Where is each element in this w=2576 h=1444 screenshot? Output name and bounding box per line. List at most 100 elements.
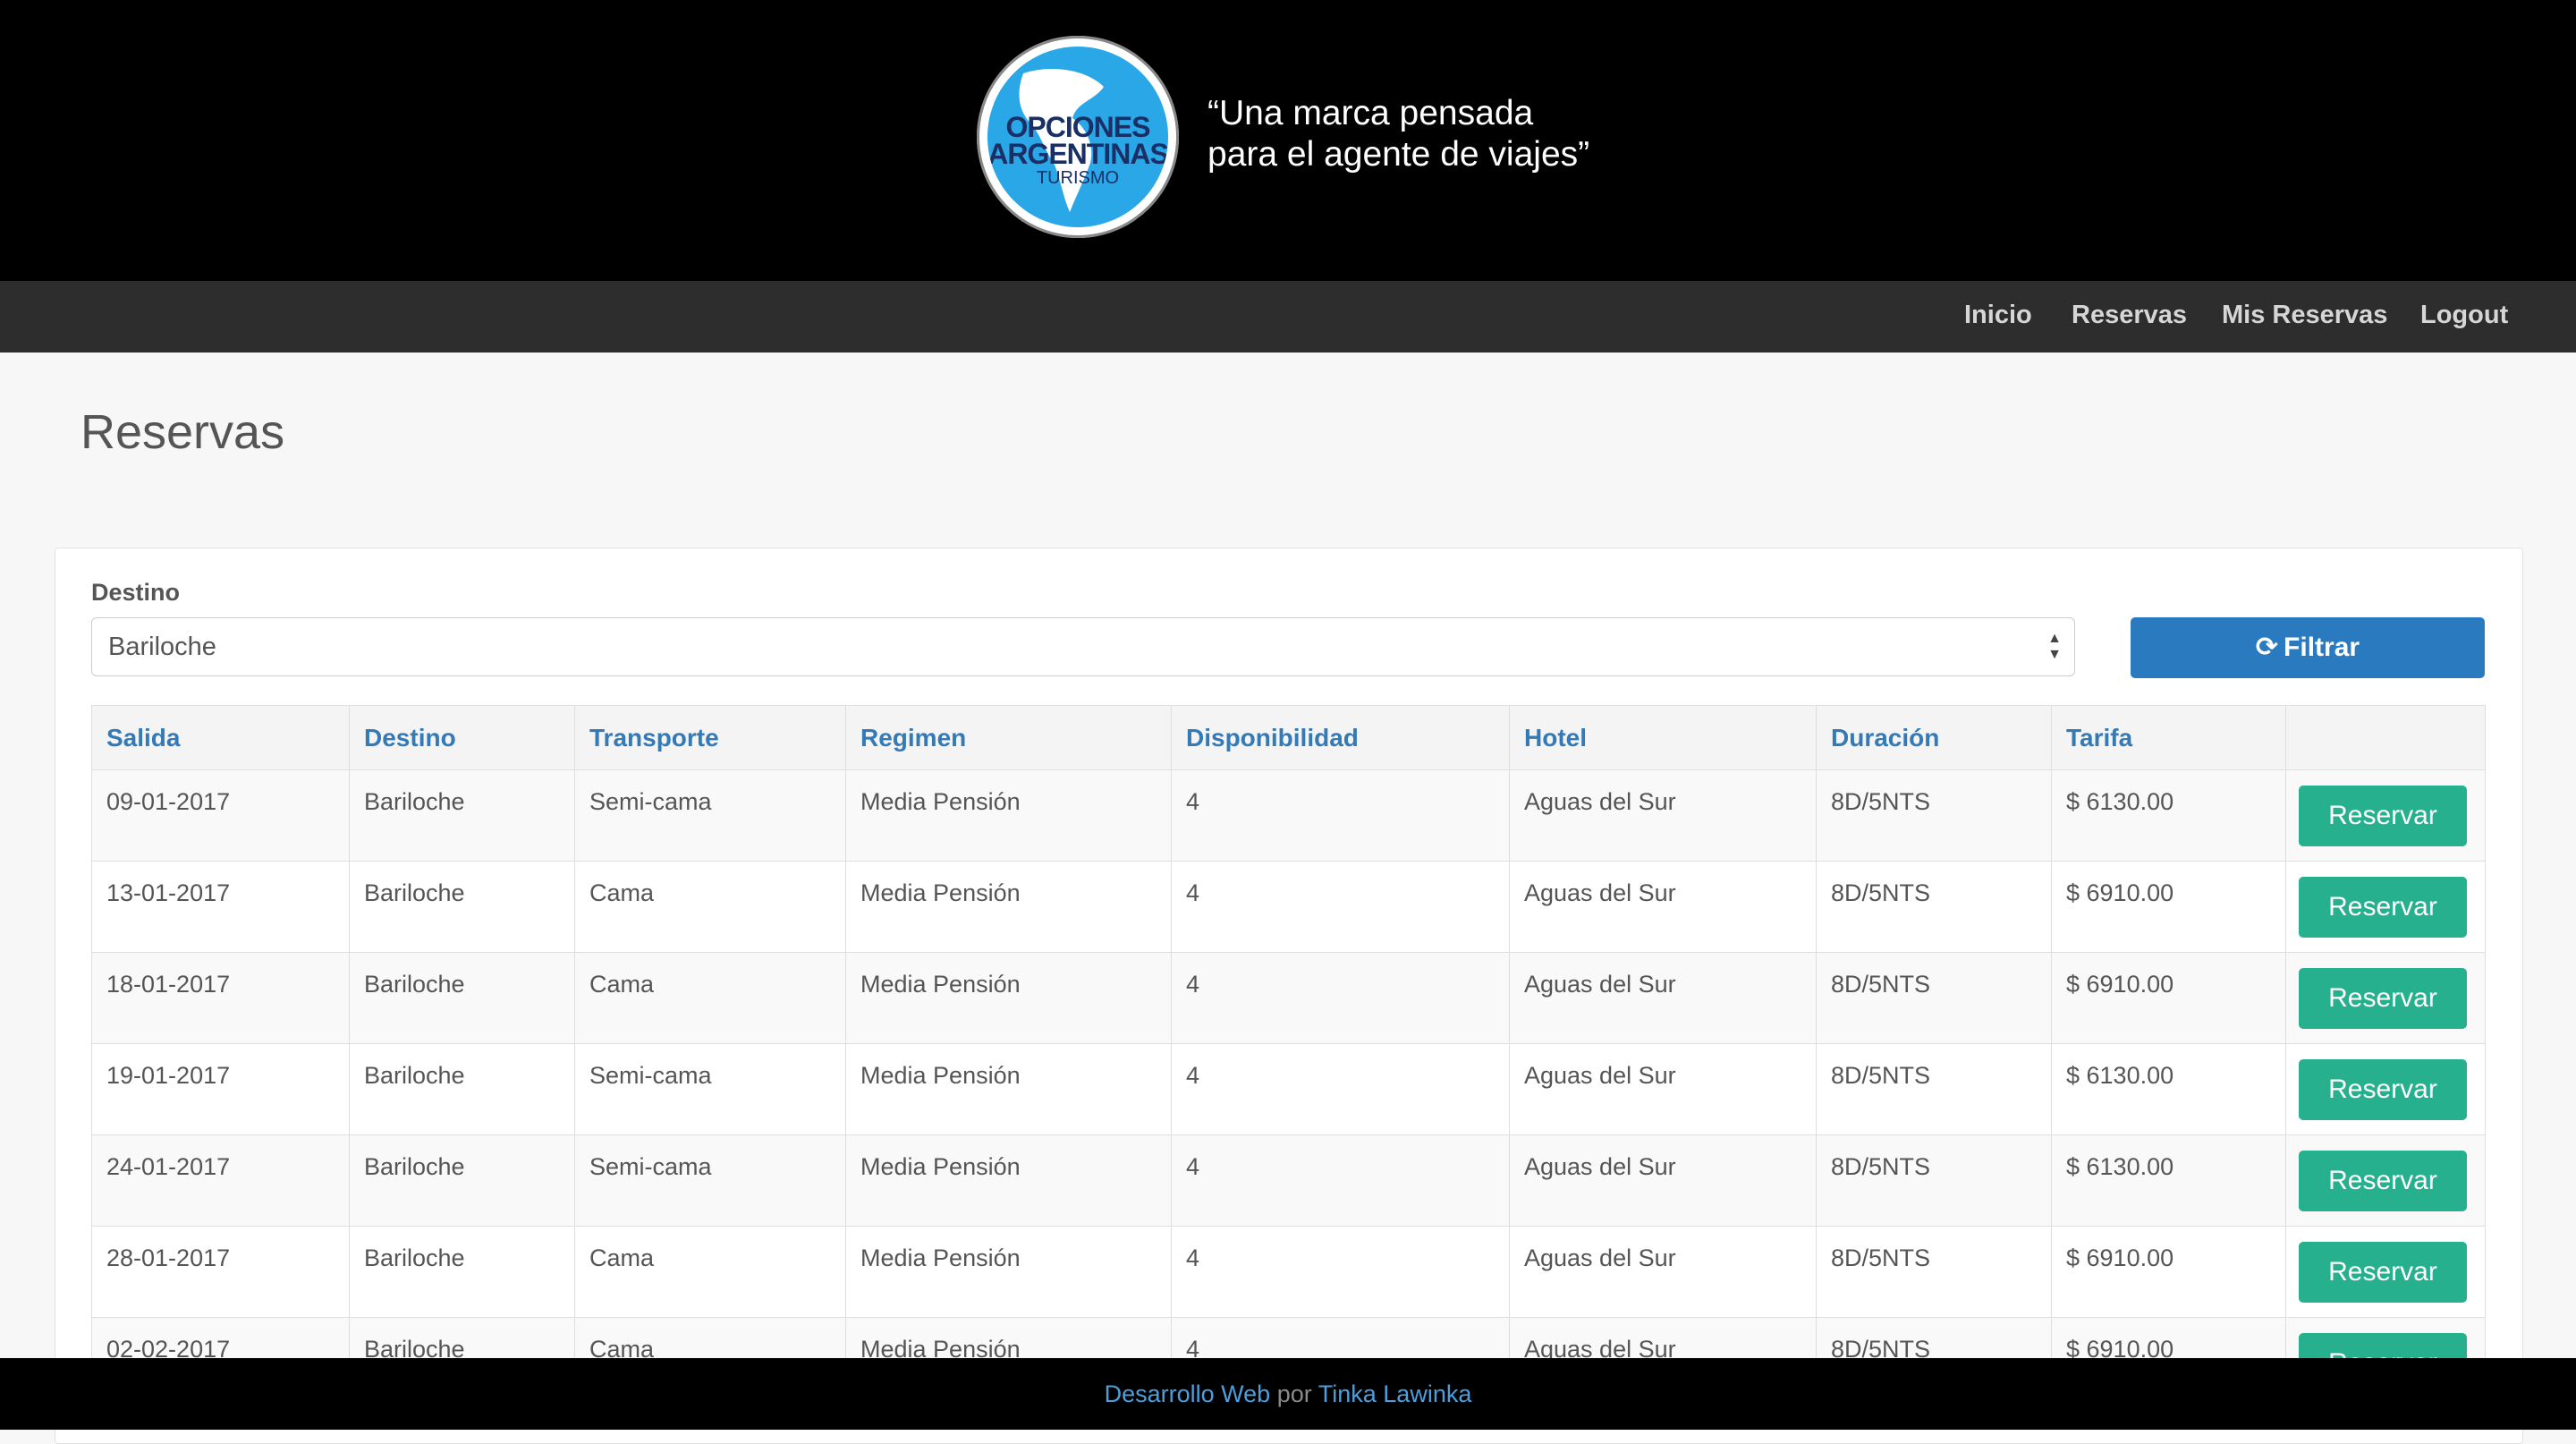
cell-hotel: Aguas del Sur: [1509, 1043, 1817, 1135]
cell-disponibilidad: 4: [1171, 1043, 1510, 1135]
brand-logo[interactable]: OPCIONES ARGENTINAS TURISMO: [977, 36, 1179, 238]
main-navbar: Inicio Reservas Mis Reservas Logout: [0, 281, 2576, 353]
cell-transporte: Semi-cama: [574, 1043, 846, 1135]
cell-destino: Bariloche: [349, 1226, 575, 1318]
tagline-line-2: para el agente de viajes”: [1208, 135, 1590, 174]
cell-action: Reservar: [2285, 952, 2486, 1044]
cell-tarifa: $ 6130.00: [2051, 769, 2286, 862]
col-header-tarifa[interactable]: Tarifa: [2051, 705, 2286, 770]
col-header-transporte[interactable]: Transporte: [574, 705, 846, 770]
page-title: Reservas: [80, 405, 285, 459]
footer-connector: por: [1276, 1380, 1312, 1407]
destino-select-value: Bariloche: [108, 633, 216, 661]
cell-regimen: Media Pensión: [845, 861, 1172, 953]
cell-destino: Bariloche: [349, 1043, 575, 1135]
cell-destino: Bariloche: [349, 861, 575, 953]
col-header-salida[interactable]: Salida: [91, 705, 350, 770]
destino-label: Destino: [91, 579, 181, 606]
cell-tarifa: $ 6130.00: [2051, 1043, 2286, 1135]
col-header-destino[interactable]: Destino: [349, 705, 575, 770]
table-row: 18-01-2017 Bariloche Cama Media Pensión 4 Agu…: [91, 952, 2486, 1044]
cell-action: Reservar: [2285, 1226, 2486, 1318]
reservar-button[interactable]: Reservar: [2299, 968, 2467, 1029]
cell-disponibilidad: 4: [1171, 1226, 1510, 1318]
filter-button[interactable]: ⟳ Filtrar: [2131, 617, 2485, 678]
reservas-table: Salida Destino Transporte Regimen Dispon…: [91, 705, 2486, 1409]
site-header: OPCIONES ARGENTINAS TURISMO “Una marca p…: [0, 0, 2576, 281]
cell-duracion: 8D/5NTS: [1816, 952, 2052, 1044]
reservar-button[interactable]: Reservar: [2299, 786, 2467, 846]
cell-duracion: 8D/5NTS: [1816, 1226, 2052, 1318]
cell-salida: 18-01-2017: [91, 952, 350, 1044]
refresh-icon: ⟳: [2255, 633, 2279, 662]
reservar-button[interactable]: Reservar: [2299, 1151, 2467, 1211]
table-row: 24-01-2017 Bariloche Semi-cama Media Pensió…: [91, 1134, 2486, 1227]
cell-duracion: 8D/5NTS: [1816, 1134, 2052, 1227]
cell-hotel: Aguas del Sur: [1509, 952, 1817, 1044]
cell-destino: Bariloche: [349, 1134, 575, 1227]
reservar-button[interactable]: Reservar: [2299, 877, 2467, 938]
cell-action: Reservar: [2285, 769, 2486, 862]
table-row: 13-01-2017 Bariloche Cama Media Pensión 4 Agu…: [91, 861, 2486, 953]
cell-hotel: Aguas del Sur: [1509, 769, 1817, 862]
nav-logout[interactable]: Logout: [2420, 301, 2508, 330]
cell-tarifa: $ 6130.00: [2051, 1134, 2286, 1227]
cell-disponibilidad: 4: [1171, 861, 1510, 953]
destino-select[interactable]: Bariloche ▲ ▼: [91, 617, 2075, 676]
cell-duracion: 8D/5NTS: [1816, 1043, 2052, 1135]
nav-inicio[interactable]: Inicio: [1964, 301, 2032, 330]
footer-link-tinka[interactable]: Tinka Lawinka: [1318, 1380, 1472, 1407]
cell-regimen: Media Pensión: [845, 952, 1172, 1044]
cell-destino: Bariloche: [349, 769, 575, 862]
col-header-hotel[interactable]: Hotel: [1509, 705, 1817, 770]
table-header-row: Salida Destino Transporte Regimen Dispon…: [91, 705, 2486, 770]
cell-transporte: Semi-cama: [574, 769, 846, 862]
cell-salida: 09-01-2017: [91, 769, 350, 862]
brand-tagline: “Una marca pensada para el agente de via…: [1208, 93, 1589, 175]
reservar-button[interactable]: Reservar: [2299, 1242, 2467, 1303]
logo-globe: OPCIONES ARGENTINAS TURISMO: [987, 47, 1168, 227]
cell-regimen: Media Pensión: [845, 1134, 1172, 1227]
cell-transporte: Cama: [574, 952, 846, 1044]
cell-hotel: Aguas del Sur: [1509, 1226, 1817, 1318]
col-header-regimen[interactable]: Regimen: [845, 705, 1172, 770]
cell-disponibilidad: 4: [1171, 1134, 1510, 1227]
table-row: 09-01-2017 Bariloche Semi-cama Media Pensió…: [91, 769, 2486, 862]
cell-tarifa: $ 6910.00: [2051, 952, 2286, 1044]
cell-action: Reservar: [2285, 1043, 2486, 1135]
cell-salida: 28-01-2017: [91, 1226, 350, 1318]
col-header-disponibilidad[interactable]: Disponibilidad: [1171, 705, 1510, 770]
cell-transporte: Cama: [574, 861, 846, 953]
cell-salida: 13-01-2017: [91, 861, 350, 953]
cell-tarifa: $ 6910.00: [2051, 861, 2286, 953]
filter-button-label: Filtrar: [2284, 633, 2360, 662]
cell-transporte: Cama: [574, 1226, 846, 1318]
col-header-duracion[interactable]: Duración: [1816, 705, 2052, 770]
cell-regimen: Media Pensión: [845, 1043, 1172, 1135]
cell-duracion: 8D/5NTS: [1816, 769, 2052, 862]
cell-hotel: Aguas del Sur: [1509, 1134, 1817, 1227]
site-footer: Desarrollo Web por Tinka Lawinka: [0, 1358, 2576, 1430]
logo-text-2: ARGENTINAS: [987, 138, 1168, 170]
table-row: 28-01-2017 Bariloche Cama Media Pensión 4 Agu…: [91, 1226, 2486, 1318]
cell-regimen: Media Pensión: [845, 769, 1172, 862]
cell-salida: 19-01-2017: [91, 1043, 350, 1135]
footer-link-desarrollo[interactable]: Desarrollo Web: [1105, 1380, 1271, 1407]
select-arrows-icon: ▲ ▼: [2047, 631, 2062, 662]
col-header-actions: [2285, 705, 2486, 770]
cell-salida: 24-01-2017: [91, 1134, 350, 1227]
table-row: 19-01-2017 Bariloche Semi-cama Media Pensió…: [91, 1043, 2486, 1135]
cell-duracion: 8D/5NTS: [1816, 861, 2052, 953]
logo-text-3: TURISMO: [1036, 168, 1120, 188]
cell-destino: Bariloche: [349, 952, 575, 1044]
tagline-line-1: “Una marca pensada: [1208, 94, 1534, 132]
nav-mis-reservas[interactable]: Mis Reservas: [2222, 301, 2387, 330]
cell-tarifa: $ 6910.00: [2051, 1226, 2286, 1318]
reservar-button[interactable]: Reservar: [2299, 1059, 2467, 1120]
cell-regimen: Media Pensión: [845, 1226, 1172, 1318]
cell-hotel: Aguas del Sur: [1509, 861, 1817, 953]
nav-reservas[interactable]: Reservas: [2072, 301, 2187, 330]
cell-disponibilidad: 4: [1171, 769, 1510, 862]
cell-action: Reservar: [2285, 861, 2486, 953]
cell-disponibilidad: 4: [1171, 952, 1510, 1044]
